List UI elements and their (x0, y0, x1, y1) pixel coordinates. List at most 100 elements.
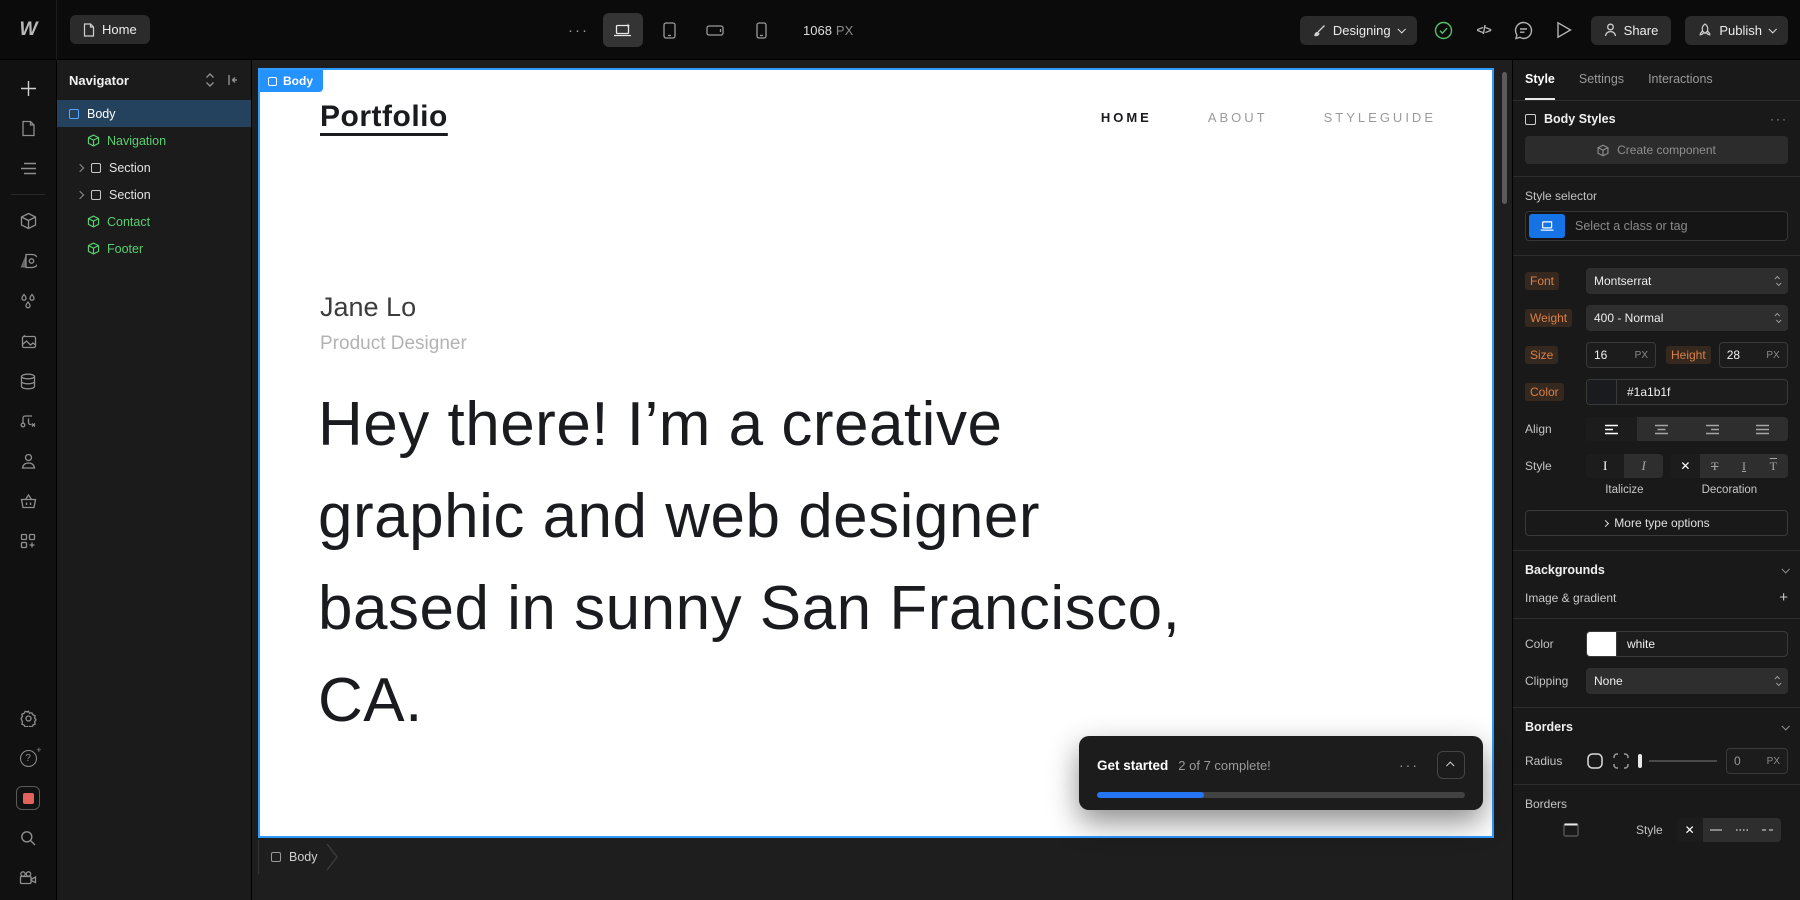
line-height-input[interactable]: 28PX (1719, 342, 1788, 368)
create-component-button[interactable]: Create component (1525, 136, 1788, 164)
logic-button[interactable] (10, 403, 46, 439)
apps-button[interactable] (10, 523, 46, 559)
radius-label: Radius (1525, 754, 1586, 768)
navigator-button[interactable] (10, 150, 46, 186)
style-normal-button[interactable]: I (1586, 454, 1624, 478)
selected-element-badge[interactable]: Body (260, 70, 323, 92)
navigator-item-body[interactable]: Body (57, 100, 251, 127)
radius-slider-track[interactable] (1649, 760, 1717, 762)
saved-status-icon[interactable] (1431, 17, 1457, 43)
toast-menu-icon[interactable]: ··· (1393, 757, 1425, 773)
canvas-width-indicator[interactable]: 1068PX (803, 23, 853, 38)
home-page-button[interactable]: Home (70, 15, 150, 44)
background-color-input[interactable]: white (1586, 631, 1788, 657)
add-elements-button[interactable] (10, 70, 46, 106)
font-select[interactable]: Montserrat (1586, 268, 1788, 294)
class-selector-input[interactable]: Select a class or tag (1525, 211, 1788, 241)
design-canvas[interactable]: Body Portfolio HOME ABOUT STYLEGUIDE Jan… (258, 68, 1494, 838)
decoration-underline-button[interactable]: I (1729, 454, 1758, 478)
tab-style[interactable]: Style (1525, 60, 1555, 100)
ecommerce-button[interactable] (10, 483, 46, 519)
breakpoint-desktop-button[interactable] (603, 13, 643, 47)
align-justify-button[interactable] (1738, 417, 1789, 441)
panel-tabs: Style Settings Interactions (1513, 60, 1800, 101)
expand-chevron-icon[interactable] (77, 192, 91, 198)
navigator-item-contact[interactable]: Contact (57, 208, 251, 235)
more-type-options-button[interactable]: More type options (1525, 510, 1788, 536)
settings-button[interactable] (10, 700, 46, 736)
site-logo-link[interactable]: Portfolio (320, 100, 448, 134)
color-swatch[interactable] (1587, 632, 1617, 656)
breadcrumb-body[interactable]: Body (258, 840, 344, 874)
backgrounds-section-header[interactable]: Backgrounds (1513, 551, 1800, 589)
navigator-collapse-icon[interactable] (227, 74, 239, 86)
decoration-strikethrough-button[interactable]: T (1700, 454, 1729, 478)
breakpoint-tablet-button[interactable] (649, 13, 689, 47)
weight-select[interactable]: 400 - Normal (1586, 305, 1788, 331)
breakpoint-phone-portrait-button[interactable] (741, 13, 781, 47)
style-captions: Italicize Decoration (1586, 484, 1788, 496)
font-color-input[interactable]: #1a1b1f (1586, 379, 1788, 405)
border-none-button[interactable]: ✕ (1677, 818, 1703, 842)
body-element-icon (271, 852, 281, 862)
webflow-logo[interactable]: W (0, 0, 57, 60)
navigator-item-section-1[interactable]: Section (57, 154, 251, 181)
assets-button[interactable] (10, 323, 46, 359)
style-italic-button[interactable]: I (1624, 454, 1662, 478)
font-size-input[interactable]: 16PX (1586, 342, 1656, 368)
align-center-button[interactable] (1637, 417, 1688, 441)
preview-icon[interactable] (1551, 17, 1577, 43)
panel-scrollbar[interactable] (1502, 72, 1507, 204)
site-nav-about[interactable]: ABOUT (1208, 110, 1268, 125)
decoration-overline-button[interactable]: T (1759, 454, 1788, 478)
align-right-button[interactable] (1687, 417, 1738, 441)
more-breakpoints-icon[interactable]: ··· (560, 22, 597, 39)
cms-button[interactable] (10, 363, 46, 399)
navigator-item-navigation[interactable]: Navigation (57, 127, 251, 154)
variables-button[interactable] (10, 283, 46, 319)
publish-button[interactable]: Publish (1685, 16, 1788, 45)
breakpoint-indicator-button[interactable] (1529, 214, 1565, 238)
help-button[interactable]: ?+ (10, 740, 46, 776)
navigator-sort-icon[interactable] (205, 73, 215, 87)
recording-button[interactable] (10, 780, 46, 816)
site-nav-home[interactable]: HOME (1101, 110, 1152, 125)
mode-dropdown[interactable]: Designing (1300, 16, 1417, 45)
navigator-item-section-2[interactable]: Section (57, 181, 251, 208)
site-nav-styleguide[interactable]: STYLEGUIDE (1324, 110, 1436, 125)
tab-settings[interactable]: Settings (1579, 60, 1624, 100)
share-button[interactable]: Share (1591, 16, 1672, 45)
decoration-none-button[interactable]: ✕ (1671, 454, 1700, 478)
align-left-button[interactable] (1586, 417, 1637, 441)
radius-all-icon[interactable] (1586, 752, 1604, 770)
radius-input[interactable]: 0PX (1726, 748, 1788, 774)
video-tutorials-button[interactable] (10, 860, 46, 896)
comments-icon[interactable] (1511, 17, 1537, 43)
style-guide-button[interactable] (10, 243, 46, 279)
components-button[interactable] (10, 203, 46, 239)
size-height-row: Size 16PX Height 28PX (1525, 342, 1788, 368)
expand-chevron-icon[interactable] (77, 165, 91, 171)
border-dotted-button[interactable] (1729, 818, 1755, 842)
users-button[interactable] (10, 443, 46, 479)
element-menu-icon[interactable]: ··· (1770, 112, 1788, 126)
font-label: Font (1525, 272, 1559, 290)
mode-label: Designing (1333, 23, 1391, 38)
radius-individual-icon[interactable] (1612, 752, 1630, 770)
radius-slider-handle[interactable] (1638, 754, 1642, 768)
export-code-icon[interactable]: </> (1471, 17, 1497, 43)
borders-section-header[interactable]: Borders (1513, 708, 1800, 746)
site-name: Jane Lo (320, 292, 1492, 323)
quick-find-button[interactable] (10, 820, 46, 856)
toast-collapse-button[interactable] (1437, 751, 1465, 779)
breakpoint-phone-landscape-button[interactable] (695, 13, 735, 47)
tab-interactions[interactable]: Interactions (1648, 60, 1713, 100)
navigator-item-footer[interactable]: Footer (57, 235, 251, 262)
border-side-selector-icon[interactable] (1562, 822, 1580, 838)
color-swatch[interactable] (1587, 380, 1617, 404)
border-solid-button[interactable] (1703, 818, 1729, 842)
pages-button[interactable] (10, 110, 46, 146)
add-background-button[interactable]: + (1779, 589, 1788, 606)
border-dashed-button[interactable] (1755, 818, 1781, 842)
clipping-select[interactable]: None (1586, 668, 1788, 694)
